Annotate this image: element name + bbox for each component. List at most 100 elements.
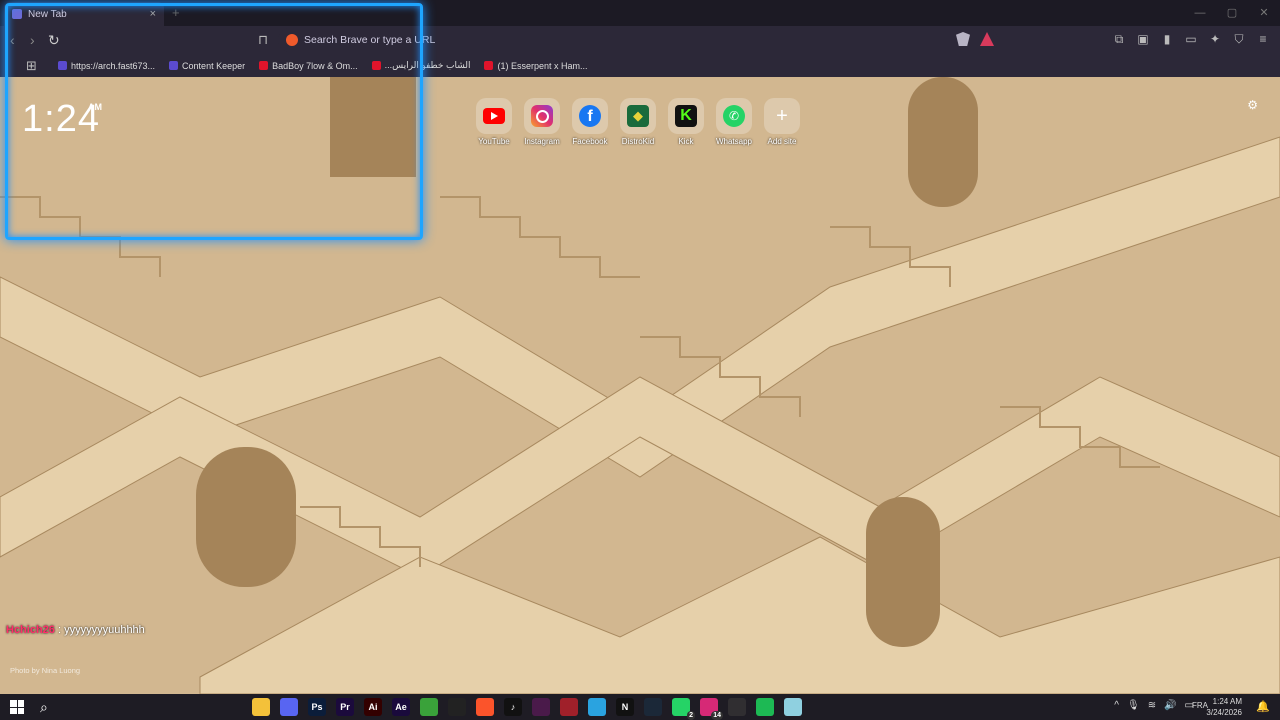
shields-area <box>956 32 994 46</box>
windows-start-icon[interactable] <box>10 700 24 714</box>
whatsapp-icon: ✆ <box>723 105 745 127</box>
app-purple-icon[interactable] <box>532 698 550 716</box>
tab-title: New Tab <box>28 8 67 20</box>
wifi-icon[interactable]: ≋ <box>1148 700 1156 711</box>
taskbar-apps: Ps Pr Ai Ae ♪ N 2 14 <box>252 698 802 720</box>
bookmark-item[interactable]: Content Keeper <box>169 61 245 71</box>
file-explorer-icon[interactable] <box>252 698 270 716</box>
close-window-button[interactable]: ✕ <box>1248 0 1280 26</box>
maximize-button[interactable]: ▢ <box>1216 0 1248 26</box>
tab-strip: New Tab × + — ▢ ✕ <box>0 0 1280 26</box>
brave-icon[interactable] <box>476 698 494 716</box>
taskbar-clock[interactable]: 1:24 AM 3/24/2026 <box>1206 696 1242 718</box>
premiere-icon[interactable]: Pr <box>336 698 354 716</box>
apps-grid-icon[interactable]: ⊞ <box>26 58 37 74</box>
address-placeholder: Search Brave or type a URL <box>304 34 436 46</box>
volume-icon[interactable]: 🔊 <box>1164 700 1176 711</box>
top-site-label: Instagram <box>524 137 560 146</box>
bookmark-icon[interactable]: ⊓ <box>258 32 268 48</box>
top-site-instagram[interactable]: Instagram <box>524 98 560 146</box>
top-site-label: DistroKid <box>621 137 655 146</box>
top-site-kick[interactable]: K Kick <box>668 98 704 146</box>
telegram-icon[interactable] <box>588 698 606 716</box>
plus-icon: + <box>776 104 788 127</box>
bookmark-item[interactable]: BadBoy 7low & Om... <box>259 61 358 71</box>
facebook-icon: f <box>579 105 601 127</box>
kick-icon: K <box>675 105 697 127</box>
bookmark-list: https://arch.fast673... Content Keeper Bad… <box>58 54 602 77</box>
top-site-label: YouTube <box>478 137 510 146</box>
window-controls: — ▢ ✕ <box>1184 0 1280 26</box>
chevron-up-icon[interactable]: ^ <box>1114 700 1119 711</box>
leo-ai-icon[interactable]: ✦ <box>1208 32 1222 46</box>
menu-icon[interactable]: ≡ <box>1256 32 1270 46</box>
vpn-icon[interactable]: ⛉ <box>1232 32 1246 46</box>
obs-icon[interactable] <box>728 698 746 716</box>
bookmark-item[interactable]: (1) Esserpent x Ham... <box>484 60 588 71</box>
toolbar: ‹ › ↻ Search Brave or type a URL <box>0 26 1280 54</box>
bookmark-favicon-icon <box>371 61 381 70</box>
top-site-label: Whatsapp <box>715 137 753 146</box>
top-site-facebook[interactable]: f Facebook <box>572 98 608 146</box>
forward-icon[interactable]: › <box>30 32 35 48</box>
address-bar[interactable]: Search Brave or type a URL <box>278 28 998 52</box>
customize-gear-icon[interactable]: ⚙ <box>1247 98 1258 112</box>
top-site-label: Kick <box>678 137 694 146</box>
spotify-icon[interactable] <box>756 698 774 716</box>
photo-credit: Photo by Nina Luong <box>10 666 81 675</box>
extensions-icon[interactable]: ⧉ <box>1112 32 1126 46</box>
brave-rewards-icon[interactable] <box>980 32 994 46</box>
netflix-icon[interactable]: N <box>616 698 634 716</box>
distrokid-icon: ◆ <box>627 105 649 127</box>
top-site-label: Facebook <box>572 137 608 146</box>
youtube-icon <box>483 108 505 124</box>
bookmark-favicon-icon <box>259 61 269 70</box>
app-light-icon[interactable] <box>784 698 802 716</box>
chat-username: Hchich26 <box>6 624 55 636</box>
bookmark-label: ...الشاب خطفو الرايس <box>384 60 471 70</box>
media-icon[interactable]: ▣ <box>1136 32 1150 46</box>
instagram-icon[interactable]: 14 <box>700 698 723 720</box>
taskbar-time: 1:24 AM <box>1212 697 1242 706</box>
app-green-icon[interactable] <box>420 698 438 716</box>
microphone-icon[interactable]: 🎙 <box>1127 700 1140 711</box>
reload-icon[interactable]: ↻ <box>48 32 60 49</box>
clock-ampm: AM <box>88 102 102 112</box>
top-site-youtube[interactable]: YouTube <box>476 98 512 146</box>
after-effects-icon[interactable]: Ae <box>392 698 410 716</box>
bookmark-label: Content Keeper <box>182 60 246 71</box>
tab-close-button[interactable]: × <box>150 8 156 20</box>
bookmark-label: (1) Esserpent x Ham... <box>497 60 588 71</box>
photoshop-icon[interactable]: Ps <box>308 698 326 716</box>
system-tray: ^ 🎙 ≋ 🔊 ▭ <box>1114 700 1194 711</box>
search-icon[interactable]: ⌕ <box>40 699 48 716</box>
steam-icon[interactable] <box>644 698 662 716</box>
discord-icon[interactable] <box>280 698 298 716</box>
bookmark-label: https://arch.fast673... <box>71 60 156 71</box>
bookmark-favicon-icon <box>58 61 67 70</box>
illustrator-icon[interactable]: Ai <box>364 698 382 716</box>
whatsapp-icon[interactable]: 2 <box>672 698 695 720</box>
capcut-icon[interactable] <box>448 698 466 716</box>
taskbar-date: 3/24/2026 <box>1206 708 1242 717</box>
bookmark-item[interactable]: ...الشاب خطفو الرايس <box>371 60 471 71</box>
top-site-distrokid[interactable]: ◆ DistroKid <box>620 98 656 146</box>
tab-new-tab[interactable]: New Tab × <box>4 2 164 26</box>
sidebar-icon[interactable]: ▮ <box>1160 32 1174 46</box>
minimize-button[interactable]: — <box>1184 0 1216 26</box>
notification-bell-icon[interactable]: 🔔 <box>1256 700 1270 713</box>
top-site-label: Add site <box>767 137 797 146</box>
instagram-icon <box>531 105 553 127</box>
top-site-add[interactable]: + Add site <box>764 98 800 146</box>
new-tab-button[interactable]: + <box>172 5 180 20</box>
app-red-icon[interactable] <box>560 698 578 716</box>
top-site-whatsapp[interactable]: ✆ Whatsapp <box>716 98 752 146</box>
brave-shields-icon[interactable] <box>956 32 970 46</box>
notification-badge: 2 <box>687 711 695 720</box>
back-icon[interactable]: ‹ <box>10 32 15 48</box>
bookmarks-bar: ⊞ https://arch.fast673... Content Keeper B… <box>0 54 1280 77</box>
tiktok-icon[interactable]: ♪ <box>504 698 522 716</box>
wallet-icon[interactable]: ▭ <box>1184 32 1198 46</box>
bookmark-item[interactable]: https://arch.fast673... <box>58 61 155 71</box>
toolbar-right: ⧉ ▣ ▮ ▭ ✦ ⛉ ≡ <box>1112 32 1270 46</box>
